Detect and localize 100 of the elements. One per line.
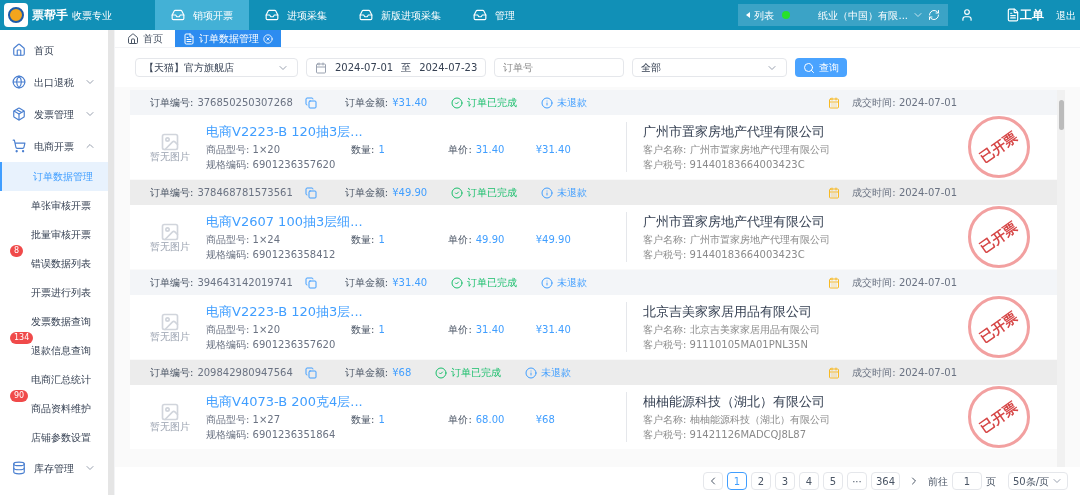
home-icon xyxy=(127,32,139,45)
status-select[interactable]: 全部 xyxy=(632,58,787,77)
image-placeholder-icon xyxy=(160,222,180,242)
refund-status: 未退款 xyxy=(557,186,588,200)
unit-price-label: 单价: xyxy=(448,232,472,247)
sidebar-item[interactable]: 库存管理 xyxy=(0,452,108,484)
scrollbar[interactable] xyxy=(108,30,114,495)
order-number: 376850250307268 xyxy=(197,96,293,110)
app-logo xyxy=(4,3,28,27)
product-model: 商品型号: 1×20 xyxy=(206,322,281,337)
quantity: 1 xyxy=(378,412,386,427)
order-status: 订单已完成 xyxy=(467,276,518,290)
order-number-field[interactable]: 订单号 xyxy=(494,58,624,77)
customer-name: 客户名称: 柚柚能源科技（湖北）有限公司 xyxy=(643,412,831,427)
calendar-icon xyxy=(315,61,327,74)
page-button[interactable]: 3 xyxy=(774,472,795,490)
sidebar-item[interactable]: 首页 xyxy=(0,34,108,66)
info-icon xyxy=(541,186,554,199)
order-amount: ¥68 xyxy=(392,366,412,380)
sidebar-item[interactable]: 出口退税 xyxy=(0,66,108,98)
page-button[interactable]: 5 xyxy=(822,472,843,490)
image-placeholder-text: 暂无图片 xyxy=(150,422,190,432)
amount-label: 订单金额: xyxy=(344,186,389,200)
copy-icon[interactable] xyxy=(304,96,317,109)
order-number: 394643142019741 xyxy=(197,276,293,290)
logout-link[interactable]: 退出 xyxy=(1056,7,1076,23)
order-amount: ¥49.90 xyxy=(392,186,428,200)
image-placeholder-icon xyxy=(160,312,180,332)
work-order-link[interactable]: 工单 xyxy=(1020,6,1044,24)
nav-tab[interactable]: 管理 xyxy=(457,0,531,30)
refresh-icon[interactable] xyxy=(928,9,940,21)
page-unit: 页 xyxy=(986,474,996,489)
goto-label: 前往 xyxy=(928,474,948,489)
date-range-picker[interactable]: 2024-07-01 至 2024-07-23 xyxy=(306,58,486,77)
total-price: ¥49.90 xyxy=(535,232,571,247)
user-icon[interactable] xyxy=(960,8,974,22)
page-button[interactable]: 2 xyxy=(750,472,771,490)
nav-tab[interactable]: 新版进项采集 xyxy=(343,0,457,30)
page-tab[interactable]: 首页 xyxy=(119,30,171,47)
check-circle-icon xyxy=(451,186,464,199)
nav-tab[interactable]: 进项采集 xyxy=(249,0,343,30)
company-name: 北京吉美家家居用品有限公司 xyxy=(643,303,813,322)
quantity-label: 数量: xyxy=(351,142,375,157)
quantity-label: 数量: xyxy=(351,232,375,247)
customer-tax-number: 客户税号: 91440183664003423C xyxy=(643,157,806,172)
unit-price: 68.00 xyxy=(475,412,506,427)
total-price: ¥31.40 xyxy=(535,322,571,337)
sidebar-subitem[interactable]: 店铺参数设置 xyxy=(0,423,108,452)
copy-icon[interactable] xyxy=(304,186,317,199)
store-select[interactable]: 【天猫】官方旗舰店 xyxy=(135,58,298,77)
page-number-field[interactable]: 1 xyxy=(952,472,982,490)
copy-icon[interactable] xyxy=(304,366,317,379)
amount-label: 订单金额: xyxy=(344,366,389,380)
database-icon xyxy=(12,461,26,475)
invoiced-stamp: 已开票 xyxy=(968,386,1030,448)
sidebar-item[interactable]: 电商开票 xyxy=(0,130,108,162)
refund-status: 未退款 xyxy=(541,366,572,380)
order-amount: ¥31.40 xyxy=(392,96,428,110)
close-icon[interactable] xyxy=(263,33,273,44)
calendar-icon xyxy=(828,96,841,109)
calendar-icon xyxy=(828,186,841,199)
order-number: 209842980947564 xyxy=(197,366,293,380)
count-badge: 134 xyxy=(10,332,34,344)
sidebar-subitem[interactable]: 开票进行列表 xyxy=(0,278,108,307)
customer-tax-number: 客户税号: 91440183664003423C xyxy=(643,247,806,262)
customer-name: 客户名称: 广州市置家房地产代理有限公司 xyxy=(643,142,831,157)
image-placeholder-text: 暂无图片 xyxy=(150,152,190,162)
deal-time: 成交时间: 2024-07-01 xyxy=(852,96,957,110)
unit-price: 49.90 xyxy=(475,232,506,247)
copy-icon[interactable] xyxy=(304,276,317,289)
product-model: 商品型号: 1×27 xyxy=(206,412,281,427)
app-name: 票帮手 xyxy=(32,7,68,24)
image-placeholder-text: 暂无图片 xyxy=(150,332,190,342)
inbox-icon xyxy=(265,8,279,22)
calendar-icon xyxy=(828,366,841,379)
page-button[interactable]: 364 xyxy=(870,472,900,490)
page-button[interactable]: ··· xyxy=(846,472,867,490)
image-placeholder-text: 暂无图片 xyxy=(150,242,190,252)
customer-tax-number: 客户税号: 91110105MA01PNL35N xyxy=(643,337,809,352)
home-icon xyxy=(12,43,26,57)
customer-tax-number: 客户税号: 91421126MADCQJ8L87 xyxy=(643,427,808,442)
check-circle-icon xyxy=(435,366,448,379)
app-tagline: 收票专业 xyxy=(72,8,112,23)
quantity-label: 数量: xyxy=(351,322,375,337)
image-placeholder-icon xyxy=(160,402,180,422)
image-placeholder-icon xyxy=(160,132,180,152)
refund-status: 未退款 xyxy=(557,96,588,110)
customer-name: 客户名称: 广州市置家房地产代理有限公司 xyxy=(643,232,831,247)
customer-name: 客户名称: 北京吉美家家居用品有限公司 xyxy=(643,322,821,337)
company-name: 柚柚能源科技（湖北）有限公司 xyxy=(643,393,826,412)
page-button[interactable]: 4 xyxy=(798,472,819,490)
page-size-select[interactable]: 50条/页 xyxy=(1008,472,1068,490)
sidebar-subitem[interactable]: 单张审核开票 xyxy=(0,191,108,220)
sidebar-item[interactable]: 发票管理 xyxy=(0,98,108,130)
order-number: 378468781573561 xyxy=(197,186,293,200)
scrollbar[interactable] xyxy=(1057,90,1065,467)
previous-page-button[interactable] xyxy=(702,472,723,490)
total-price: ¥68 xyxy=(535,412,555,427)
company-name: 广州市置家房地产代理有限公司 xyxy=(643,213,826,232)
unit-price: 31.40 xyxy=(475,322,506,337)
